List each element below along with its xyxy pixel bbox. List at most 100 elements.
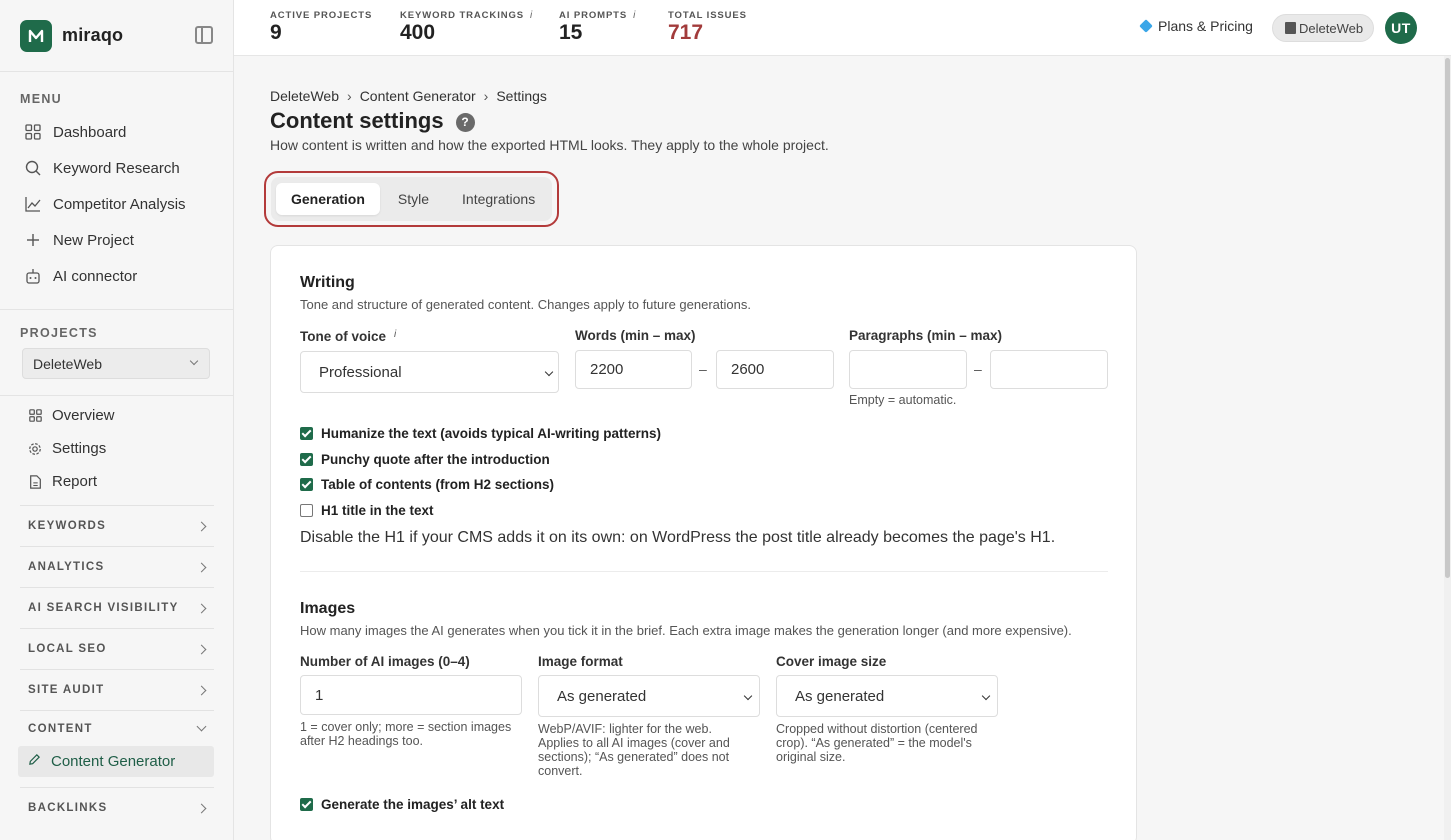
words-max-input[interactable]: 2600 xyxy=(716,350,834,389)
sidebar-group-keywords[interactable]: KEYWORDS xyxy=(20,505,214,546)
checkbox-checked-icon[interactable] xyxy=(300,478,313,491)
projects-label: PROJECTS xyxy=(20,326,98,340)
image-count-input[interactable]: 1 xyxy=(300,675,522,715)
breadcrumb: DeleteWeb › Content Generator › Settings xyxy=(270,88,547,104)
chevron-right-icon xyxy=(196,685,207,695)
page-subtitle: How content is written and how the expor… xyxy=(270,137,829,153)
breadcrumb-item[interactable]: Content Generator xyxy=(360,88,476,104)
sidebar-group-local-seo[interactable]: LOCAL SEO xyxy=(20,628,214,669)
stat-label: TOTAL ISSUES xyxy=(668,10,747,21)
sidebar-toggle-icon[interactable] xyxy=(195,26,213,44)
image-count-hint: 1 = cover only; more = section images af… xyxy=(300,720,512,748)
group-label: ANALYTICS xyxy=(28,561,105,573)
sidebar-item-keyword-research[interactable]: Keyword Research xyxy=(0,150,233,186)
logo-row: miraqo xyxy=(0,0,233,72)
tab-bar: Generation Style Integrations xyxy=(271,177,552,221)
checkbox-label: Generate the images’ alt text xyxy=(321,797,505,812)
sidebar-item-dashboard[interactable]: Dashboard xyxy=(0,114,233,150)
range-separator: – xyxy=(699,361,707,377)
stat-ai-prompts: AI PROMPTS i 15 xyxy=(559,10,635,45)
stat-label: ACTIVE PROJECTS xyxy=(270,10,373,21)
sidebar-item-report[interactable]: Report xyxy=(0,465,233,498)
logo-icon xyxy=(20,19,52,52)
sidebar-item-label: Settings xyxy=(52,440,107,457)
project-pill[interactable]: DeleteWeb xyxy=(1272,14,1375,42)
checkbox-checked-icon[interactable] xyxy=(300,798,313,811)
group-label: KEYWORDS xyxy=(28,520,107,532)
stat-value: 717 xyxy=(668,21,704,44)
chart-line-icon xyxy=(24,196,41,213)
tab-generation[interactable]: Generation xyxy=(276,183,380,215)
sidebar-item-label: AI connector xyxy=(53,267,138,285)
tone-label: Tone of voice i xyxy=(300,329,397,344)
stat-total-issues: TOTAL ISSUES 717 xyxy=(668,10,747,45)
chevron-right-icon xyxy=(196,803,207,813)
stat-value: 400 xyxy=(400,21,436,44)
avatar[interactable]: UT xyxy=(1385,12,1417,44)
sidebar-group-analytics[interactable]: ANALYTICS xyxy=(20,546,214,587)
sidebar: miraqo MENU Dashboard Keyword Research C… xyxy=(0,0,234,840)
group-label: CONTENT xyxy=(28,722,93,735)
chevron-right-icon xyxy=(196,644,207,654)
sidebar-group-site-audit[interactable]: SITE AUDIT xyxy=(20,669,214,710)
sidebar-item-label: Keyword Research xyxy=(53,159,180,177)
search-icon xyxy=(24,160,41,177)
menu-label: MENU xyxy=(20,92,63,106)
sidebar-item-overview[interactable]: Overview xyxy=(0,399,233,432)
checkbox-checked-icon[interactable] xyxy=(300,453,313,466)
stat-label: AI PROMPTS i xyxy=(559,10,636,21)
info-icon[interactable]: i xyxy=(530,10,532,21)
stat-value: 15 xyxy=(559,21,583,44)
info-icon[interactable]: i xyxy=(633,10,635,21)
sidebar-group-backlinks[interactable]: BACKLINKS xyxy=(20,787,214,828)
checkbox-checked-icon[interactable] xyxy=(300,427,313,440)
checkbox-punchy-quote[interactable]: Punchy quote after the introduction xyxy=(300,452,550,467)
sidebar-item-new-project[interactable]: New Project xyxy=(0,222,233,258)
paragraphs-min-input[interactable] xyxy=(849,350,967,389)
sidebar-item-label: New Project xyxy=(53,231,134,249)
checkbox-humanize[interactable]: Humanize the text (avoids typical AI-wri… xyxy=(300,426,661,441)
chevron-right-icon xyxy=(196,521,207,531)
paragraphs-max-input[interactable] xyxy=(990,350,1108,389)
sidebar-item-ai-connector[interactable]: AI connector xyxy=(0,258,233,294)
stat-label: KEYWORD TRACKINGS i xyxy=(400,10,533,21)
sidebar-group-content[interactable]: CONTENT xyxy=(20,710,214,746)
tone-value: Professional xyxy=(319,363,402,381)
help-icon[interactable]: ? xyxy=(455,112,475,132)
checkbox-h1-title[interactable]: H1 title in the text xyxy=(300,503,434,518)
sidebar-item-label: Content Generator xyxy=(51,753,176,770)
sidebar-item-settings[interactable]: Settings xyxy=(0,432,233,465)
tone-select[interactable]: Professional xyxy=(300,351,559,393)
checkbox-alt-text[interactable]: Generate the images’ alt text xyxy=(300,797,504,812)
sidebar-item-content-generator[interactable]: Content Generator xyxy=(18,746,214,777)
grid-icon xyxy=(24,124,41,141)
image-format-label: Image format xyxy=(538,654,623,669)
topbar: ACTIVE PROJECTS 9 KEYWORD TRACKINGS i 400… xyxy=(234,0,1451,56)
sidebar-item-competitor-analysis[interactable]: Competitor Analysis xyxy=(0,186,233,222)
tab-integrations[interactable]: Integrations xyxy=(447,183,550,215)
gear-icon xyxy=(28,442,42,456)
sidebar-group-ai-search-visibility[interactable]: AI SEARCH VISIBILITY xyxy=(20,587,214,628)
stat-value: 9 xyxy=(270,21,282,44)
breadcrumb-item[interactable]: DeleteWeb xyxy=(270,88,339,104)
group-label: SITE AUDIT xyxy=(28,684,105,696)
images-title: Images xyxy=(300,600,356,617)
settings-card: Writing Tone and structure of generated … xyxy=(270,245,1137,840)
checkbox-table-of-contents[interactable]: Table of contents (from H2 sections) xyxy=(300,477,554,492)
checkbox-label: Table of contents (from H2 sections) xyxy=(321,477,555,492)
tab-style[interactable]: Style xyxy=(383,183,444,215)
image-format-select[interactable]: As generated xyxy=(538,675,760,717)
page-title: Content settings xyxy=(270,108,444,133)
scrollbar-thumb[interactable] xyxy=(1445,58,1450,578)
words-min-input[interactable]: 2200 xyxy=(575,350,692,389)
cover-size-select[interactable]: As generated xyxy=(776,675,998,717)
plans-pricing-link[interactable]: Plans & Pricing xyxy=(1139,18,1253,34)
project-select-value: DeleteWeb xyxy=(33,355,103,372)
info-icon[interactable]: i xyxy=(394,329,396,340)
cover-size-label: Cover image size xyxy=(776,654,887,669)
project-select[interactable]: DeleteWeb xyxy=(22,348,210,379)
grid-icon xyxy=(28,409,42,423)
document-icon xyxy=(28,474,42,489)
checkbox-unchecked-icon[interactable] xyxy=(300,504,313,517)
sidebar-item-label: Competitor Analysis xyxy=(53,195,186,213)
